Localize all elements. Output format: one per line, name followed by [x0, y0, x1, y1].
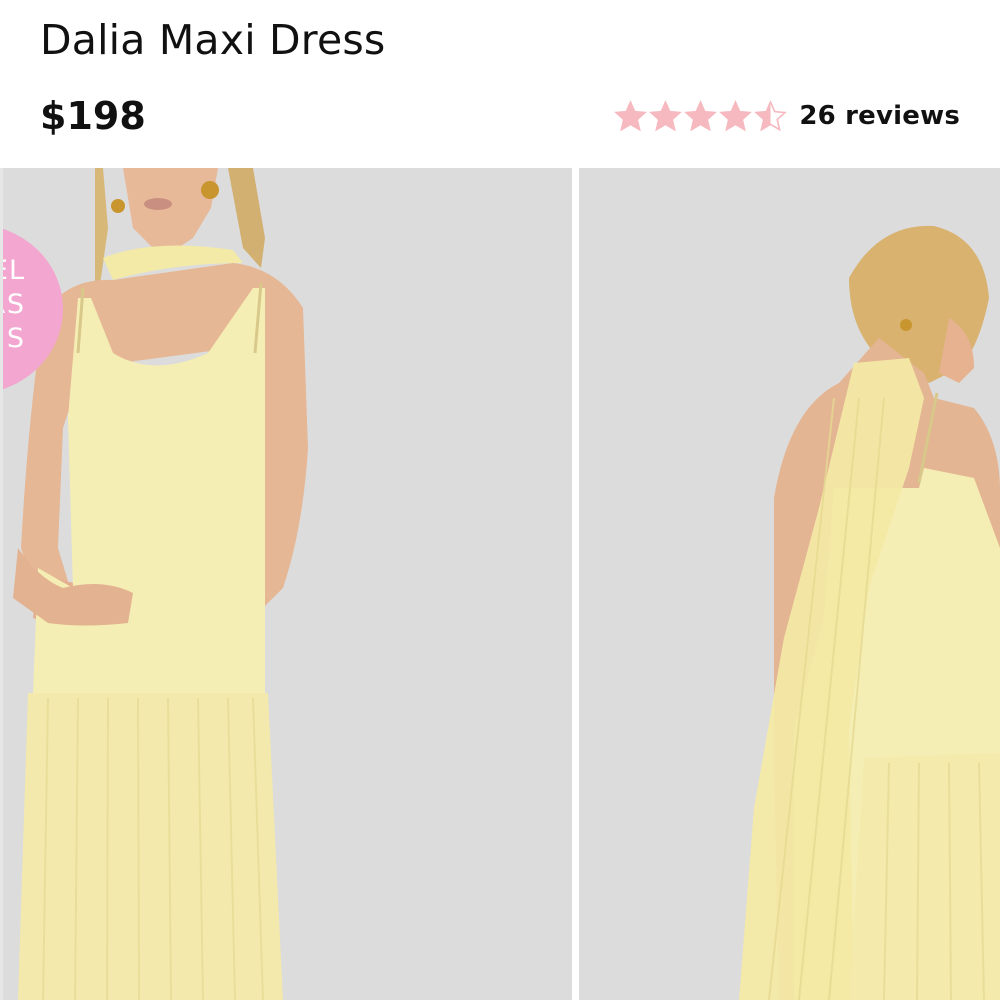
- star-icon: [719, 99, 753, 133]
- gallery-divider: [572, 168, 579, 1000]
- rating-summary[interactable]: 26 reviews: [614, 96, 960, 136]
- star-rating: [614, 99, 788, 133]
- product-photo-back[interactable]: [579, 168, 1000, 1000]
- reviews-link[interactable]: 26 reviews: [799, 101, 960, 131]
- badge-line: EL: [3, 255, 25, 286]
- star-icon: [649, 99, 683, 133]
- promo-badge-text: EL RS S: [3, 254, 25, 356]
- product-header: Dalia Maxi Dress $198 26 reviews: [0, 0, 1000, 168]
- product-page: Dalia Maxi Dress $198 26 reviews L S S: [0, 0, 1000, 1000]
- product-price: $198: [40, 94, 146, 138]
- star-icon: [614, 99, 648, 133]
- badge-line: S: [6, 323, 25, 354]
- badge-line: RS: [3, 289, 25, 320]
- product-title: Dalia Maxi Dress: [40, 16, 386, 64]
- product-gallery: EL RS S: [0, 168, 1000, 1000]
- star-icon: [754, 99, 788, 133]
- model-back-illustration: [579, 168, 1000, 1000]
- model-front-illustration: [3, 168, 572, 1000]
- star-icon: [684, 99, 718, 133]
- product-photo-front[interactable]: EL RS S: [3, 168, 572, 1000]
